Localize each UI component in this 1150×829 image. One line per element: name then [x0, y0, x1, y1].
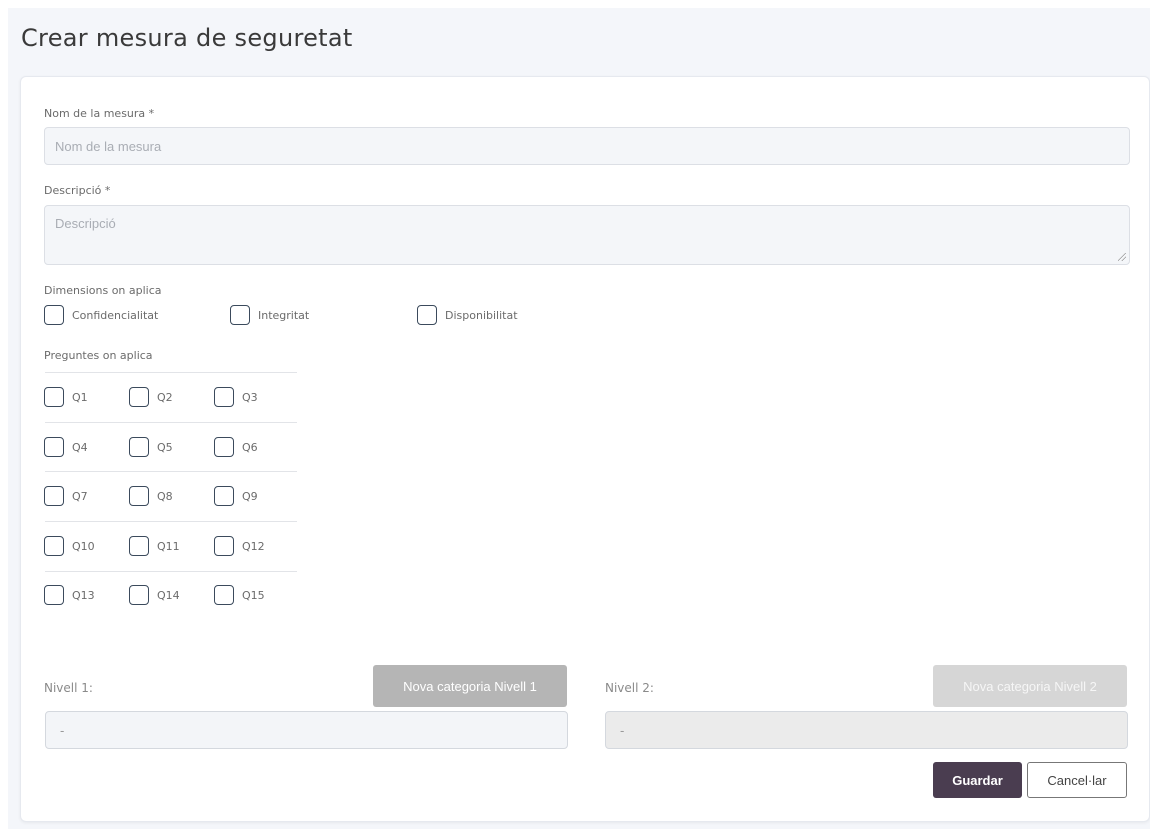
name-label: Nom de la mesura *: [44, 107, 155, 120]
resize-handle-icon[interactable]: [1118, 253, 1126, 261]
checkbox-q12[interactable]: Q12: [214, 536, 265, 556]
checkbox-box[interactable]: [44, 585, 64, 605]
checkbox-q2[interactable]: Q2: [129, 387, 173, 407]
save-button[interactable]: Guardar: [933, 762, 1022, 798]
level1-label: Nivell 1:: [44, 681, 93, 695]
description-placeholder: Descripció: [55, 216, 116, 231]
checkbox-label: Q5: [157, 440, 173, 454]
question-row-divider: [45, 372, 297, 373]
checkbox-box[interactable]: [129, 585, 149, 605]
checkbox-box[interactable]: [214, 486, 234, 506]
checkbox-label: Integritat: [258, 308, 310, 322]
checkbox-q14[interactable]: Q14: [129, 585, 180, 605]
checkbox-label: Q3: [242, 390, 258, 404]
checkbox-box[interactable]: [44, 437, 64, 457]
description-textarea[interactable]: Descripció: [44, 205, 1130, 265]
level1-select[interactable]: -: [45, 711, 568, 749]
checkbox-q1[interactable]: Q1: [44, 387, 88, 407]
checkbox-q4[interactable]: Q4: [44, 437, 88, 457]
checkbox-label: Q14: [157, 588, 180, 602]
checkbox-box[interactable]: [129, 387, 149, 407]
checkbox-box[interactable]: [214, 387, 234, 407]
level1-value: -: [60, 722, 65, 738]
checkbox-q15[interactable]: Q15: [214, 585, 265, 605]
form-card: Nom de la mesura * Nom de la mesura Desc…: [20, 76, 1150, 822]
questions-label: Preguntes on aplica: [44, 349, 153, 362]
description-label: Descripció *: [44, 184, 111, 197]
name-placeholder: Nom de la mesura: [55, 138, 162, 154]
checkbox-box[interactable]: [214, 536, 234, 556]
checkbox-q5[interactable]: Q5: [129, 437, 173, 457]
checkbox-box[interactable]: [44, 486, 64, 506]
checkbox-box[interactable]: [230, 305, 250, 325]
checkbox-box[interactable]: [129, 536, 149, 556]
checkbox-q6[interactable]: Q6: [214, 437, 258, 457]
checkbox-box[interactable]: [44, 305, 64, 325]
checkbox-label: Q13: [72, 588, 95, 602]
checkbox-box[interactable]: [214, 437, 234, 457]
checkbox-label: Q9: [242, 489, 258, 503]
level2-label: Nivell 2:: [605, 681, 654, 695]
checkbox-label: Q8: [157, 489, 173, 503]
checkbox-box[interactable]: [129, 437, 149, 457]
checkbox-label: Q6: [242, 440, 258, 454]
checkbox-integritat[interactable]: Integritat: [230, 305, 309, 325]
checkbox-label: Q12: [242, 539, 265, 553]
new-category-level2-button[interactable]: Nova categoria Nivell 2: [933, 665, 1127, 707]
dimensions-label: Dimensions on aplica: [44, 284, 162, 297]
checkbox-box[interactable]: [417, 305, 437, 325]
checkbox-label: Q4: [72, 440, 88, 454]
checkbox-label: Q7: [72, 489, 88, 503]
checkbox-q10[interactable]: Q10: [44, 536, 95, 556]
checkbox-box[interactable]: [214, 585, 234, 605]
cancel-button[interactable]: Cancel·lar: [1027, 762, 1127, 798]
checkbox-label: Q10: [72, 539, 95, 553]
level2-select[interactable]: -: [605, 711, 1128, 749]
question-row-divider: [45, 571, 297, 572]
checkbox-q9[interactable]: Q9: [214, 486, 258, 506]
name-input[interactable]: Nom de la mesura: [44, 127, 1130, 165]
question-row-divider: [45, 521, 297, 522]
checkbox-q8[interactable]: Q8: [129, 486, 173, 506]
checkbox-q13[interactable]: Q13: [44, 585, 95, 605]
checkbox-label: Disponibilitat: [445, 308, 518, 322]
checkbox-disponibilitat[interactable]: Disponibilitat: [417, 305, 518, 325]
checkbox-box[interactable]: [129, 486, 149, 506]
question-row-divider: [45, 471, 297, 472]
checkbox-label: Confidencialitat: [72, 308, 159, 322]
checkbox-q11[interactable]: Q11: [129, 536, 180, 556]
checkbox-box[interactable]: [44, 536, 64, 556]
new-category-level1-button[interactable]: Nova categoria Nivell 1: [373, 665, 567, 707]
checkbox-label: Q11: [157, 539, 180, 553]
checkbox-box[interactable]: [44, 387, 64, 407]
checkbox-confidencialitat[interactable]: Confidencialitat: [44, 305, 158, 325]
checkbox-label: Q2: [157, 390, 173, 404]
level2-value: -: [620, 722, 625, 738]
question-row-divider: [45, 422, 297, 423]
checkbox-label: Q1: [72, 390, 88, 404]
checkbox-q7[interactable]: Q7: [44, 486, 88, 506]
checkbox-label: Q15: [242, 588, 265, 602]
page-title: Crear mesura de seguretat: [21, 24, 353, 52]
checkbox-q3[interactable]: Q3: [214, 387, 258, 407]
